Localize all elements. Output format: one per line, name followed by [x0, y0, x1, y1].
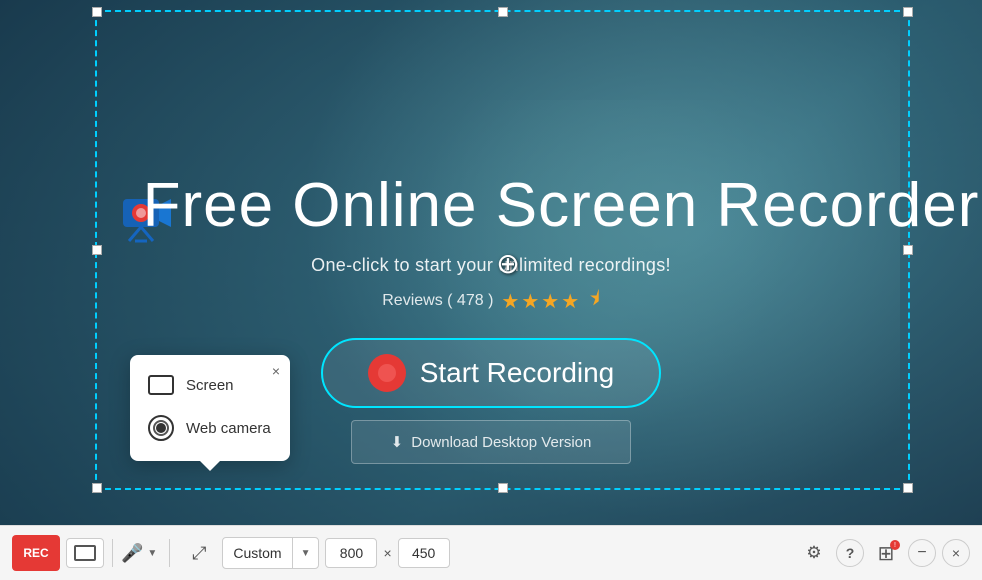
minus-icon: −	[917, 544, 926, 562]
apps-button[interactable]: ⊞ !	[870, 538, 902, 568]
microphone-button[interactable]: 🎤 ▼	[121, 543, 157, 564]
rec-indicator	[368, 354, 406, 392]
mic-caret: ▼	[147, 548, 157, 559]
handle-bottom-right[interactable]	[903, 483, 913, 493]
start-recording-button[interactable]: Start Recording	[321, 338, 661, 408]
handle-top-left[interactable]	[92, 7, 102, 17]
download-desktop-button[interactable]: ⬇ Download Desktop Version	[351, 420, 631, 464]
close-button[interactable]: ×	[942, 539, 970, 567]
rec-label: REC	[23, 546, 48, 560]
help-button[interactable]: ?	[836, 539, 864, 567]
mic-icon: 🎤	[121, 543, 143, 564]
webcam-icon	[148, 415, 174, 441]
gear-icon: ⚙	[806, 543, 821, 563]
move-cursor-icon: ⊕	[490, 245, 526, 281]
custom-label: Custom	[223, 538, 291, 568]
page-title: Free Online Screen Recorder	[140, 170, 982, 241]
handle-top-center[interactable]	[498, 7, 508, 17]
bottom-toolbar: REC 🎤 ▼ ⤢ Custom ▼ × ⚙ ? ⊞ ! −	[0, 525, 982, 580]
screen-toggle-button[interactable]	[66, 538, 104, 568]
webcam-label: Web camera	[186, 420, 271, 437]
rec-button[interactable]: REC	[12, 535, 60, 571]
webcam-ring	[153, 420, 169, 436]
source-select-popup: × Screen Web camera	[130, 355, 290, 461]
download-icon: ⬇	[391, 433, 404, 451]
start-recording-label: Start Recording	[420, 357, 615, 389]
rec-dot-inner	[378, 364, 396, 382]
fullscreen-button[interactable]: ⤢	[182, 538, 216, 568]
webcam-option[interactable]: Web camera	[130, 405, 290, 451]
notification-badge: !	[890, 540, 900, 550]
reviews-row: Reviews ( 478 ) ★★★★ ⯨	[0, 284, 982, 318]
minimize-button[interactable]: −	[908, 539, 936, 567]
size-separator: ×	[383, 545, 391, 561]
toolbar-divider-1	[112, 539, 113, 567]
screen-option[interactable]: Screen	[130, 365, 290, 405]
toolbar-divider-2	[169, 539, 170, 567]
resolution-preset-dropdown[interactable]: Custom ▼	[222, 537, 319, 569]
handle-top-right[interactable]	[903, 7, 913, 17]
custom-dropdown-arrow[interactable]: ▼	[292, 538, 319, 568]
handle-bottom-center[interactable]	[498, 483, 508, 493]
handle-bottom-left[interactable]	[92, 483, 102, 493]
half-star: ⯨	[589, 284, 600, 318]
question-icon: ?	[846, 545, 855, 561]
close-icon: ×	[952, 545, 960, 561]
fullscreen-icon: ⤢	[192, 543, 206, 564]
screen-label: Screen	[186, 377, 234, 394]
star-rating: ★★★★	[501, 289, 581, 314]
download-label: Download Desktop Version	[411, 434, 591, 451]
width-input[interactable]	[325, 538, 377, 568]
height-input[interactable]	[398, 538, 450, 568]
screen-icon	[148, 375, 174, 395]
settings-button[interactable]: ⚙	[798, 538, 830, 568]
popup-close-button[interactable]: ×	[272, 363, 280, 379]
screen-tb-icon	[74, 545, 96, 561]
reviews-count: Reviews ( 478 )	[382, 292, 493, 310]
